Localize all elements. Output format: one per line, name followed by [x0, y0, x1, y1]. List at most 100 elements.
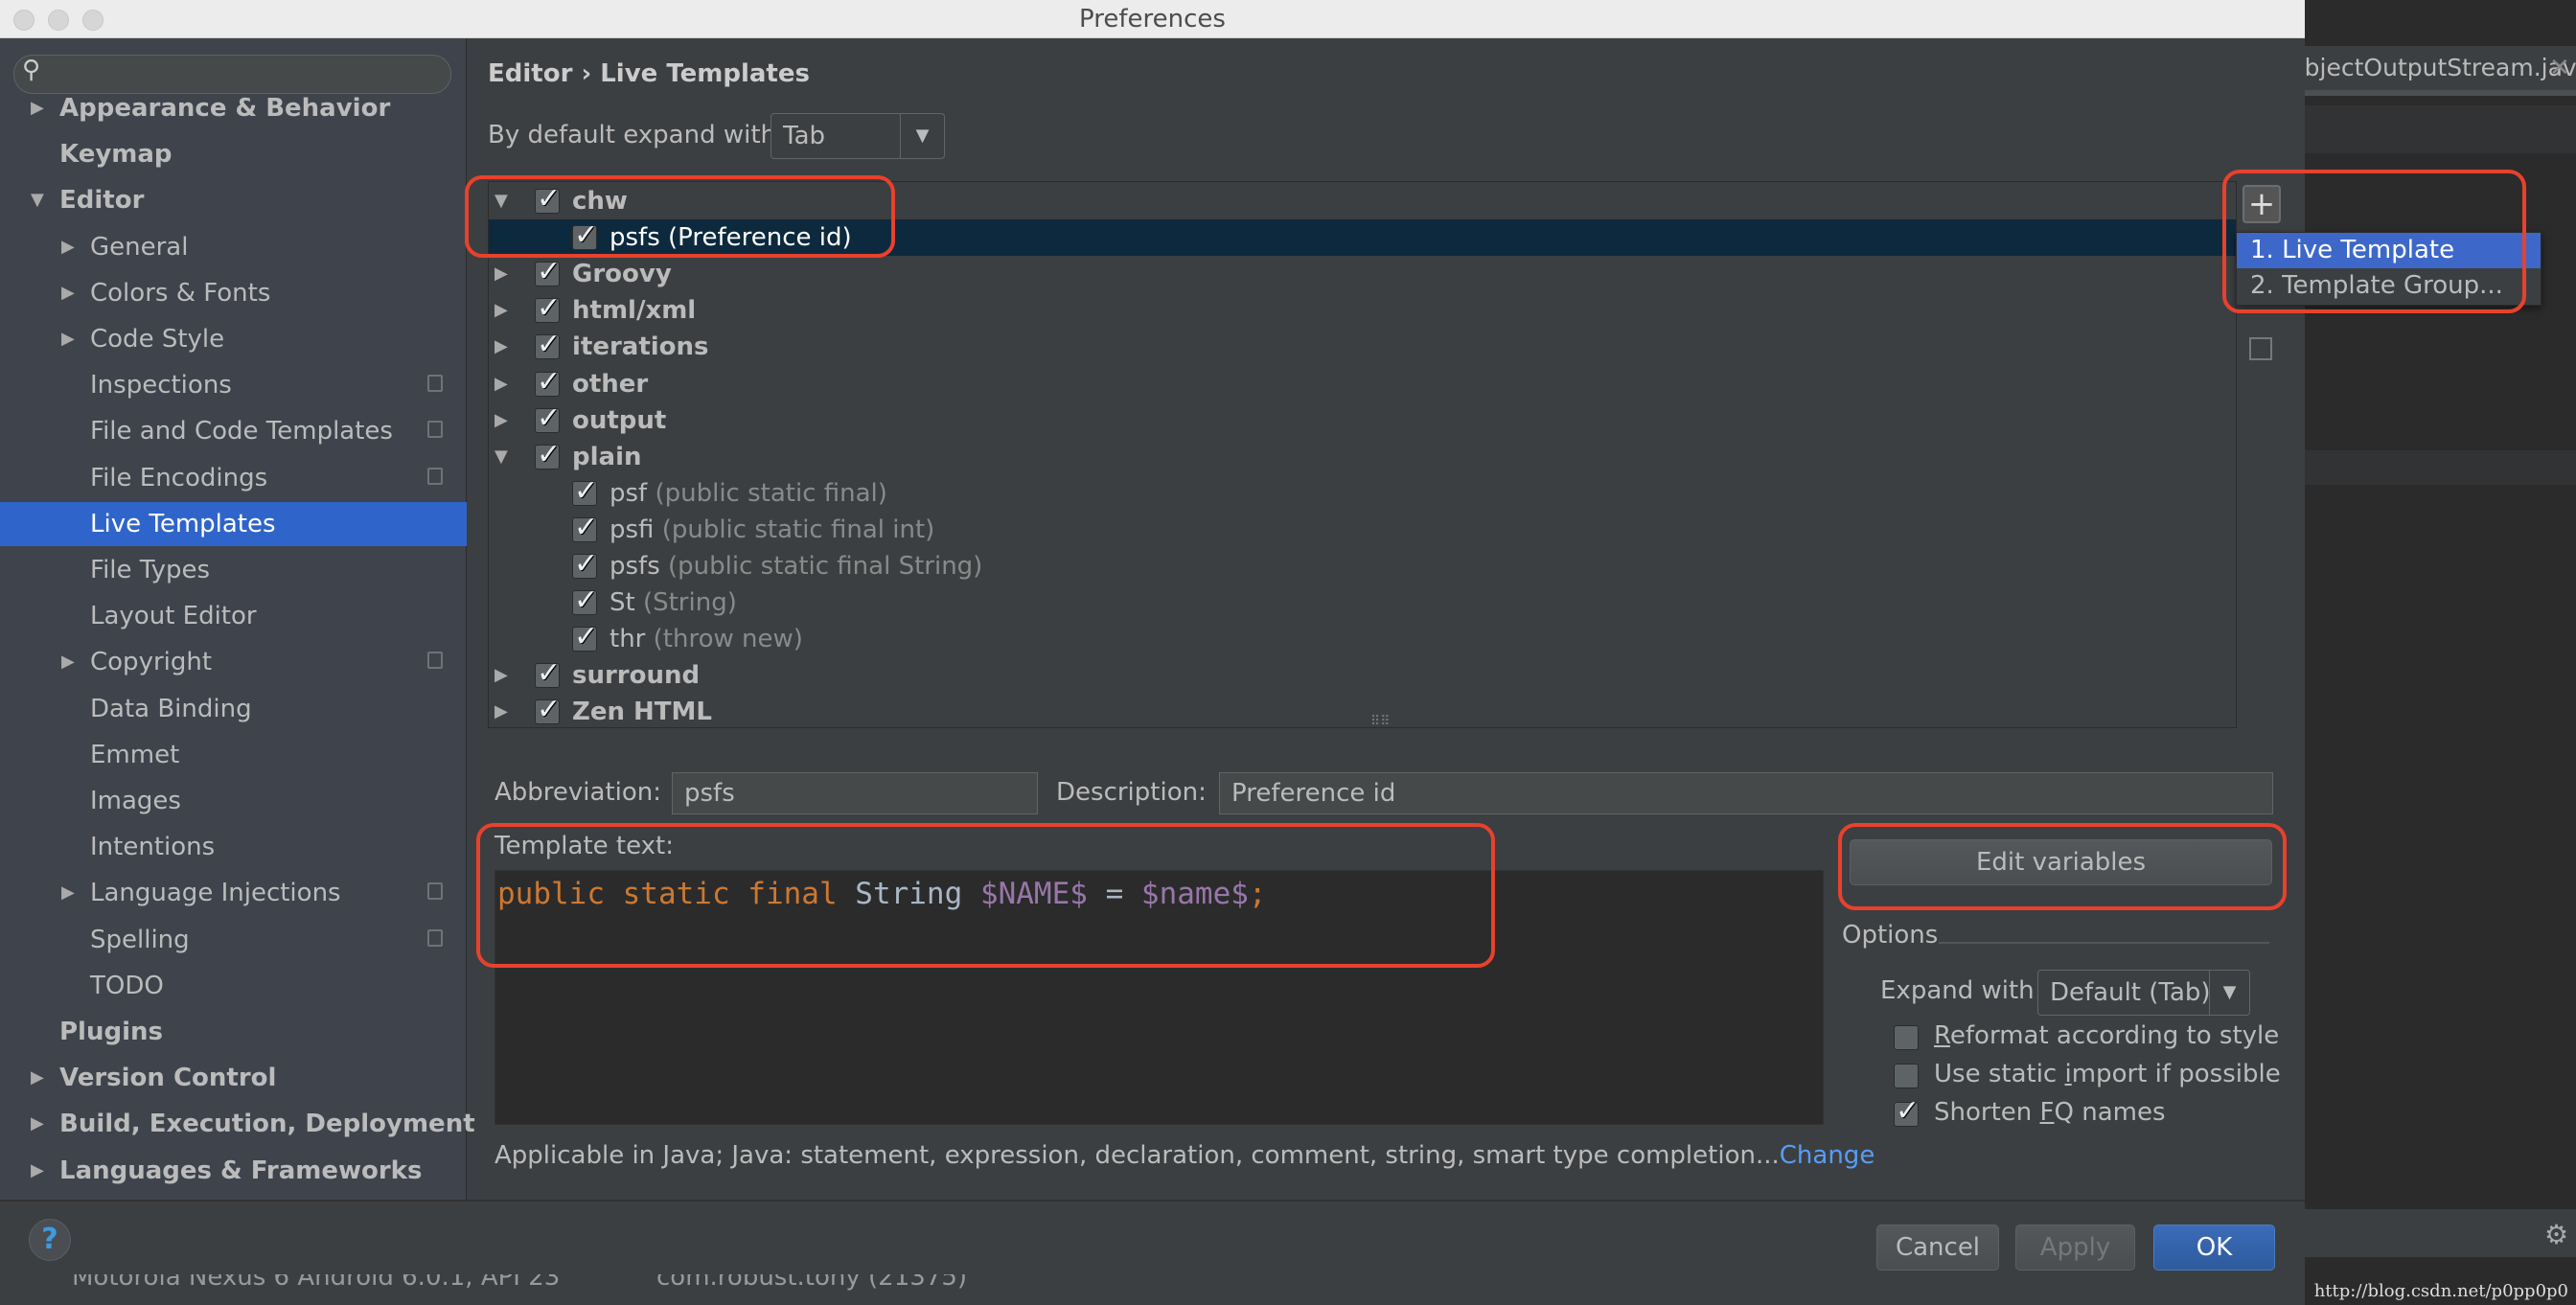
abbreviation-input[interactable]: psfs [672, 772, 1038, 814]
checkbox[interactable] [1894, 1064, 1919, 1088]
description-input[interactable]: Preference id [1219, 772, 2273, 814]
template-group-row[interactable]: ▶ iterations [489, 327, 2237, 365]
template-checkbox[interactable] [535, 364, 561, 401]
chevron-right-icon[interactable]: ▶ [31, 1149, 44, 1193]
template-group-row[interactable]: ▶ other [489, 364, 2237, 402]
template-row[interactable]: psf (public static final) [489, 473, 2237, 512]
template-checkbox[interactable] [535, 692, 561, 728]
template-group-row[interactable]: ▼ plain [489, 437, 2237, 475]
sidebar-item[interactable]: ▶ Appearance & Behavior [0, 86, 467, 130]
close-window-button[interactable] [13, 10, 34, 31]
sidebar-item[interactable]: Data Binding [0, 687, 467, 731]
settings-sidebar: ⚲ ▶ Appearance & Behavior Keymap ▼ Editor ▶ Ge… [0, 38, 475, 1200]
sidebar-item[interactable]: ▶ Build, Execution, Deployment [0, 1102, 475, 1146]
sidebar-item[interactable]: File Encodings [0, 456, 467, 500]
template-group-row[interactable]: ▶ Groovy [489, 254, 2237, 292]
template-row[interactable]: psfs (public static final String) [489, 546, 2237, 584]
sidebar-item[interactable]: ▶ General [0, 225, 467, 269]
editor-tab[interactable]: ObjectOutputStream.java [2286, 54, 2576, 81]
template-row[interactable]: psfi (public static final int) [489, 510, 2237, 548]
template-checkbox[interactable] [572, 619, 598, 655]
gear-icon[interactable]: ⚙ [2544, 1219, 2568, 1250]
change-link[interactable]: Change [1780, 1141, 1875, 1170]
chevron-right-icon[interactable]: ▶ [494, 329, 508, 365]
sidebar-item[interactable]: Images [0, 779, 467, 823]
template-checkbox[interactable] [535, 327, 561, 363]
chevron-down-icon[interactable]: ▼ [31, 178, 44, 222]
process-selector[interactable]: com.robust.tony (21375) [656, 1274, 967, 1292]
sidebar-item[interactable]: Plugins [0, 1010, 467, 1054]
zoom-window-button[interactable] [82, 10, 104, 31]
template-checkbox[interactable] [572, 473, 598, 510]
chevron-right-icon[interactable]: ▶ [61, 640, 75, 684]
template-description: (public static final int) [661, 515, 935, 544]
chevron-right-icon[interactable]: ▶ [494, 256, 508, 292]
sidebar-item[interactable]: ▶ Colors & Fonts [0, 271, 467, 315]
template-row[interactable]: St (String) [489, 583, 2237, 621]
chevron-down-icon[interactable]: ▼ [494, 439, 508, 475]
help-button[interactable]: ? [29, 1219, 71, 1261]
copy-icon[interactable] [2249, 337, 2272, 360]
chevron-right-icon[interactable]: ▶ [31, 1056, 44, 1100]
cancel-button[interactable]: Cancel [1876, 1225, 1999, 1271]
expand-with-dropdown[interactable]: Tab ▼ [770, 113, 945, 159]
chevron-right-icon[interactable]: ▶ [61, 317, 75, 361]
chevron-right-icon[interactable]: ▶ [31, 86, 44, 130]
sidebar-item-label: File and Code Templates [90, 417, 393, 446]
dialog-footer: ? Cancel Apply OK [0, 1200, 2305, 1274]
chevron-right-icon[interactable]: ▶ [494, 402, 508, 439]
template-group-row[interactable]: ▶ output [489, 401, 2237, 439]
sidebar-item[interactable]: Emmet [0, 733, 467, 777]
chevron-right-icon[interactable]: ▶ [494, 657, 508, 694]
template-checkbox[interactable] [572, 583, 598, 619]
sidebar-item[interactable]: ▶ Code Style [0, 317, 467, 361]
sidebar-item[interactable]: Spelling [0, 918, 467, 962]
sidebar-item[interactable]: File Types [0, 548, 467, 592]
sidebar-item-label: File Types [90, 556, 211, 584]
checkbox[interactable] [1894, 1094, 1920, 1128]
close-icon[interactable]: ✕ [2549, 54, 2570, 82]
chevron-right-icon[interactable]: ▶ [61, 871, 75, 915]
template-checkbox[interactable] [535, 290, 561, 327]
options-expand-label: Expand with [1880, 976, 2035, 1005]
sidebar-item-label: Colors & Fonts [90, 278, 271, 308]
sidebar-item[interactable]: ▶ Language Injections [0, 871, 467, 915]
chevron-right-icon[interactable]: ▶ [494, 694, 508, 730]
checkbox[interactable] [1894, 1025, 1919, 1050]
minimize-window-button[interactable] [48, 10, 69, 31]
resize-handle[interactable]: ⠿⠿ [1370, 714, 1391, 729]
sidebar-item[interactable]: ▶ Copyright [0, 640, 467, 684]
sidebar-item[interactable]: File and Code Templates [0, 409, 467, 453]
chevron-right-icon[interactable]: ▶ [61, 225, 75, 269]
chevron-right-icon[interactable]: ▶ [494, 366, 508, 402]
sidebar-item[interactable]: ▼ Editor [0, 178, 467, 222]
options-expand-dropdown[interactable]: Default (Tab) ▼ [2037, 970, 2250, 1016]
sidebar-item[interactable]: Live Templates [0, 501, 467, 546]
template-checkbox[interactable] [535, 254, 561, 290]
template-checkbox[interactable] [535, 655, 561, 692]
chevron-right-icon[interactable]: ▶ [494, 292, 508, 329]
template-row[interactable]: thr (throw new) [489, 619, 2237, 657]
search-icon: ⚲ [22, 56, 41, 84]
template-group-row[interactable]: ▶ Zen HTML [489, 692, 2237, 730]
template-group-row[interactable]: ▶ surround [489, 655, 2237, 694]
sidebar-item[interactable]: TODO [0, 964, 467, 1008]
device-selector[interactable]: Motorola Nexus 6 Android 6.0.1, API 23 [72, 1274, 560, 1292]
ok-button[interactable]: OK [2153, 1225, 2275, 1271]
apply-button[interactable]: Apply [2015, 1225, 2135, 1271]
sidebar-item[interactable]: Intentions [0, 825, 467, 869]
template-checkbox[interactable] [572, 546, 598, 583]
sidebar-item[interactable]: Layout Editor [0, 594, 467, 638]
sidebar-item[interactable]: ▶ Languages & Frameworks [0, 1149, 467, 1193]
chevron-right-icon[interactable]: ▶ [61, 271, 75, 315]
template-checkbox[interactable] [535, 437, 561, 473]
chevron-right-icon[interactable]: ▶ [31, 1102, 44, 1146]
sidebar-item[interactable]: Inspections [0, 363, 467, 407]
template-group-row[interactable]: ▶ html/xml [489, 290, 2237, 329]
sidebar-item-label: Layout Editor [90, 602, 257, 631]
expand-with-value: Tab [783, 122, 826, 150]
sidebar-item[interactable]: Keymap [0, 132, 467, 176]
template-checkbox[interactable] [535, 401, 561, 437]
sidebar-item[interactable]: ▶ Version Control [0, 1056, 467, 1100]
template-checkbox[interactable] [572, 510, 598, 546]
